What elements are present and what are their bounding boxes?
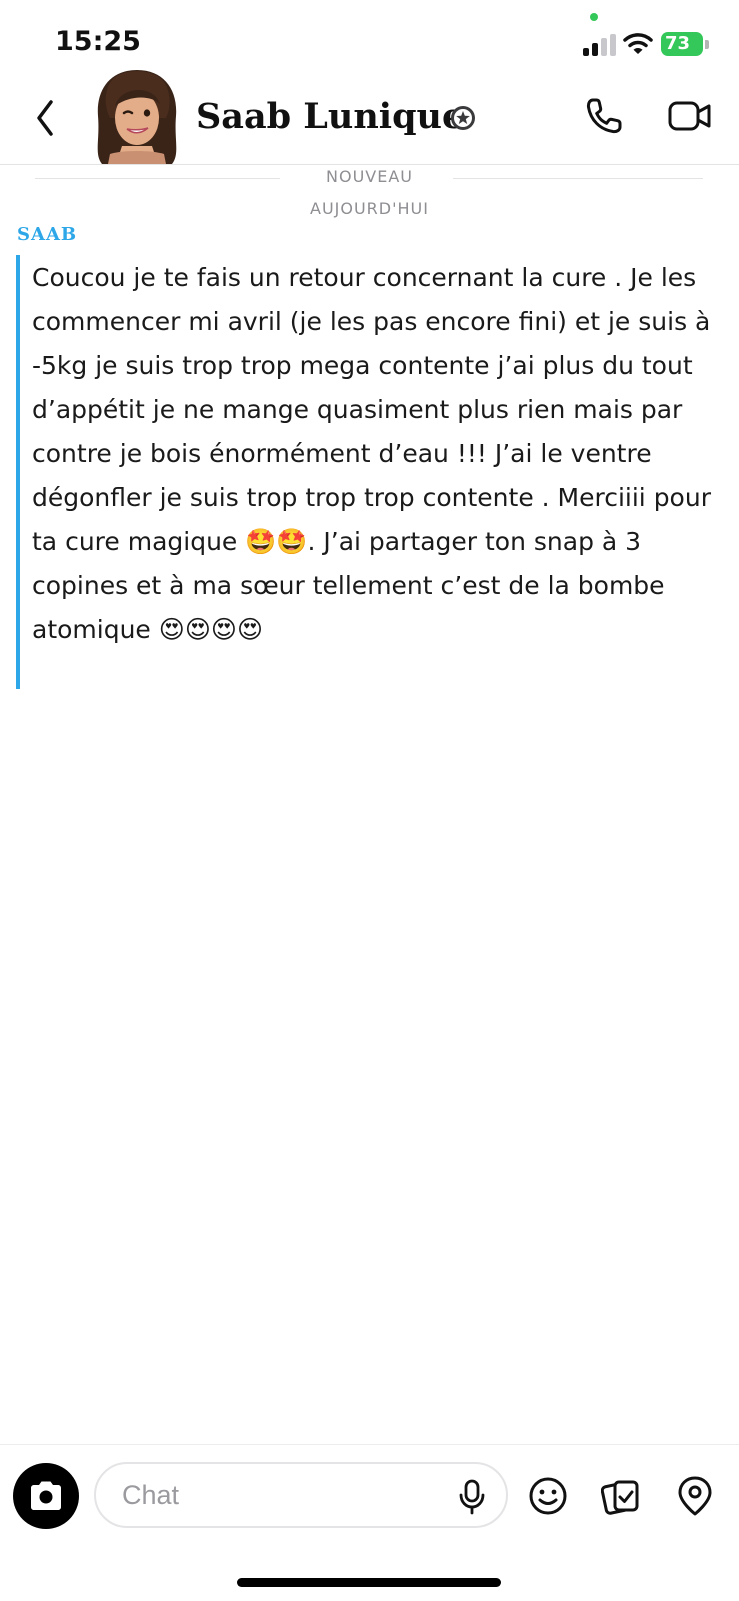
date-separator: AUJOURD'HUI	[310, 199, 429, 218]
battery-level: 73	[665, 33, 691, 54]
message-sender: SAAB	[17, 224, 78, 245]
location-icon[interactable]	[676, 1475, 714, 1517]
new-messages-label: NOUVEAU	[326, 167, 413, 186]
message-accent-bar	[16, 255, 20, 689]
status-time: 15:25	[55, 26, 141, 57]
memories-icon[interactable]	[601, 1476, 641, 1516]
chat-input[interactable]	[94, 1462, 508, 1528]
chat-header: Saab Lunique	[0, 70, 739, 165]
call-icon[interactable]	[584, 96, 624, 136]
mic-icon[interactable]	[458, 1479, 486, 1515]
smiley-icon[interactable]	[528, 1476, 568, 1516]
camera-button[interactable]	[13, 1463, 79, 1529]
wifi-icon	[623, 33, 653, 54]
avatar[interactable]	[92, 66, 182, 164]
back-icon[interactable]	[30, 96, 60, 140]
cellular-signal-icon	[583, 34, 617, 56]
home-indicator[interactable]	[237, 1578, 501, 1587]
verified-badge-icon	[451, 106, 475, 130]
contact-name[interactable]: Saab Lunique	[196, 96, 464, 137]
camera-icon	[31, 1481, 61, 1510]
battery-tip	[705, 40, 709, 49]
privacy-indicator-dot	[590, 13, 598, 21]
battery-icon: 73	[661, 32, 703, 56]
message-text[interactable]: Coucou je te fais un retour concernant l…	[32, 256, 728, 652]
video-icon[interactable]	[668, 98, 712, 134]
